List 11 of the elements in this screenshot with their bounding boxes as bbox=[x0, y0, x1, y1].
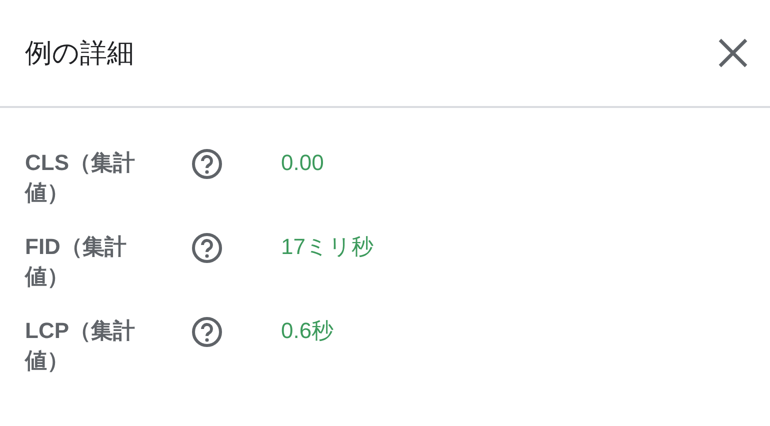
dialog-title: 例の詳細 bbox=[25, 37, 134, 70]
help-icon[interactable] bbox=[191, 232, 223, 264]
metric-label: CLS（集計値） bbox=[25, 149, 136, 207]
help-icon[interactable] bbox=[191, 148, 223, 180]
metric-value: 0.00 bbox=[281, 149, 324, 177]
metric-value: 17ミリ秒 bbox=[281, 233, 374, 261]
metric-value: 0.6秒 bbox=[281, 317, 334, 345]
close-icon[interactable] bbox=[716, 36, 750, 70]
metric-label: FID（集計値） bbox=[25, 233, 128, 291]
metric-label: LCP（集計値） bbox=[25, 317, 136, 375]
help-icon[interactable] bbox=[191, 316, 223, 348]
